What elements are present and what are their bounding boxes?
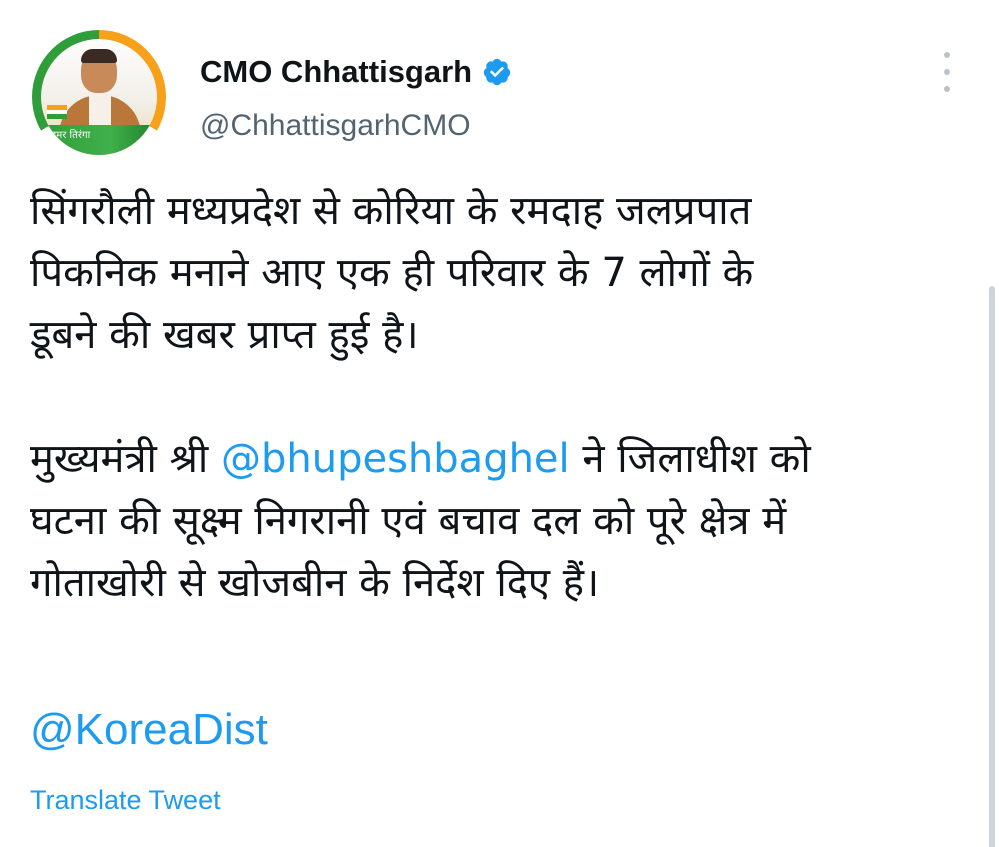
display-name[interactable]: CMO Chhattisgarh bbox=[200, 54, 512, 90]
tweet-line: पिकनिक मनाने आए एक ही परिवार के 7 लोगों … bbox=[30, 250, 754, 296]
tweet-line: मुख्यमंत्री श्री @bhupeshbaghel ने जिलाध… bbox=[30, 428, 970, 490]
tweet-text: सिंगरौली मध्यप्रदेश से कोरिया के रमदाह ज… bbox=[30, 180, 970, 614]
mention-link[interactable]: @KoreaDist bbox=[30, 700, 268, 760]
tweet-line: डूबने की खबर प्राप्त हुई है। bbox=[30, 312, 419, 358]
flag-icon bbox=[47, 105, 67, 119]
display-name-text[interactable]: CMO Chhattisgarh bbox=[200, 54, 472, 90]
scrollbar[interactable] bbox=[989, 286, 995, 847]
tweet-text-span: मुख्यमंत्री श्री bbox=[30, 436, 221, 482]
verified-badge-icon bbox=[483, 58, 511, 86]
more-vertical-icon[interactable] bbox=[936, 52, 958, 92]
mention-link[interactable]: @bhupeshbaghel bbox=[221, 436, 570, 482]
user-handle[interactable]: @ChhattisgarhCMO bbox=[200, 108, 471, 144]
translate-tweet-link[interactable]: Translate Tweet bbox=[30, 782, 221, 818]
tweet-line: गोताखोरी से खोजबीन के निर्देश दिए हैं। bbox=[30, 560, 600, 606]
tweet-text-span: ने जिलाधीश को bbox=[569, 436, 811, 482]
tweet-card: हमर तिरंगा CMO Chhattisgarh @Chhattisgar… bbox=[0, 0, 999, 847]
avatar-image: हमर तिरंगा bbox=[41, 39, 157, 155]
avatar-hair-shape bbox=[81, 49, 117, 63]
avatar[interactable]: हमर तिरंगा bbox=[32, 30, 166, 164]
avatar-text: हमर तिरंगा bbox=[51, 130, 91, 141]
tweet-line: सिंगरौली मध्यप्रदेश से कोरिया के रमदाह ज… bbox=[30, 188, 752, 234]
tweet-line: घटना की सूक्ष्म निगरानी एवं बचाव दल को प… bbox=[30, 498, 787, 544]
